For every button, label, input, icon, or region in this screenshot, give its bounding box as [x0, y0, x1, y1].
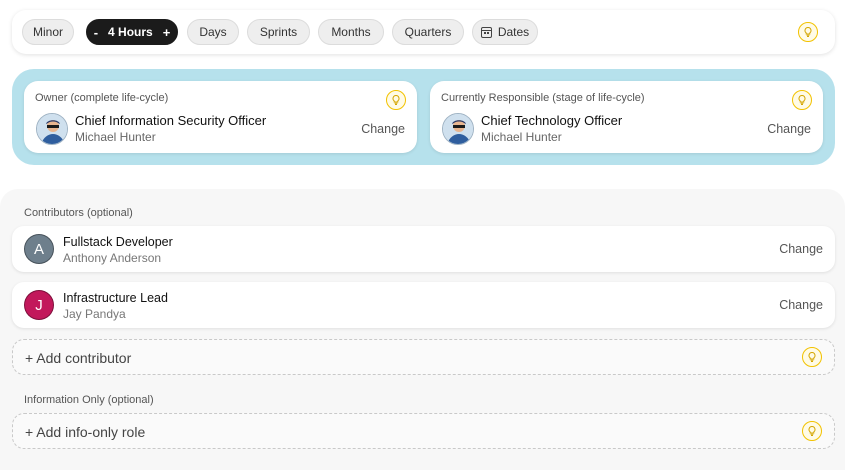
lightbulb-icon[interactable] [386, 90, 406, 110]
granularity-toolbar: Minor - 4 Hours + Days Sprints Months Qu… [12, 10, 835, 54]
responsible-card: Currently Responsible (stage of life-cyc… [430, 81, 823, 153]
owner-card: Owner (complete life-cycle) Chief Inform… [24, 81, 417, 153]
decrement-button[interactable]: - [94, 25, 98, 40]
responsible-role: Chief Technology Officer [481, 113, 623, 128]
contributor-role: Infrastructure Lead [63, 291, 168, 305]
pill-4-hours-label: 4 Hours [108, 25, 153, 39]
contributor-row: J Infrastructure Lead Jay Pandya Change [12, 282, 835, 328]
contributor-person: Jay Pandya [63, 307, 126, 321]
contributor-change-button[interactable]: Change [779, 298, 823, 312]
responsible-change-button[interactable]: Change [767, 122, 811, 136]
responsible-person: Michael Hunter [481, 130, 562, 144]
avatar: A [24, 234, 54, 264]
increment-button[interactable]: + [163, 25, 171, 40]
owner-caption: Owner (complete life-cycle) [35, 92, 169, 104]
add-info-only-label: + Add info-only role [25, 424, 146, 440]
pill-4-hours[interactable]: - 4 Hours + [86, 19, 178, 45]
pill-months-label: Months [331, 25, 371, 39]
pill-sprints-label: Sprints [259, 25, 298, 39]
pill-months[interactable]: Months [318, 19, 384, 45]
owner-role: Chief Information Security Officer [75, 113, 267, 128]
avatar [36, 113, 68, 145]
add-contributor-label: + Add contributor [25, 350, 132, 366]
add-info-only-button[interactable]: + Add info-only role [12, 413, 835, 449]
add-contributor-button[interactable]: + Add contributor [12, 339, 835, 375]
pill-minor[interactable]: Minor [22, 19, 74, 45]
contributor-role: Fullstack Developer [63, 235, 173, 249]
owner-change-button[interactable]: Change [361, 122, 405, 136]
pill-dates[interactable]: Dates [472, 19, 538, 45]
lightbulb-icon[interactable] [802, 347, 822, 367]
pill-dates-label: Dates [497, 25, 530, 39]
ownership-panel: Owner (complete life-cycle) Chief Inform… [12, 69, 835, 165]
contributor-person: Anthony Anderson [63, 251, 162, 265]
pill-days[interactable]: Days [187, 19, 239, 45]
pill-quarters-label: Quarters [404, 25, 452, 39]
contributor-row: A Fullstack Developer Anthony Anderson C… [12, 226, 835, 272]
lightbulb-icon[interactable] [802, 421, 822, 441]
pill-sprints[interactable]: Sprints [247, 19, 310, 45]
calendar-icon [480, 26, 492, 38]
lightbulb-icon[interactable] [798, 22, 818, 42]
avatar [442, 113, 474, 145]
lightbulb-icon[interactable] [792, 90, 812, 110]
avatar: J [24, 290, 54, 320]
info-only-label: Information Only (optional) [24, 394, 154, 406]
roles-section: Contributors (optional) A Fullstack Deve… [0, 189, 845, 470]
responsible-caption: Currently Responsible (stage of life-cyc… [441, 92, 645, 104]
pill-quarters[interactable]: Quarters [392, 19, 464, 45]
contributor-change-button[interactable]: Change [779, 242, 823, 256]
pill-days-label: Days [199, 25, 227, 39]
contributors-label: Contributors (optional) [24, 207, 133, 219]
pill-minor-label: Minor [32, 25, 63, 39]
owner-person: Michael Hunter [75, 130, 156, 144]
